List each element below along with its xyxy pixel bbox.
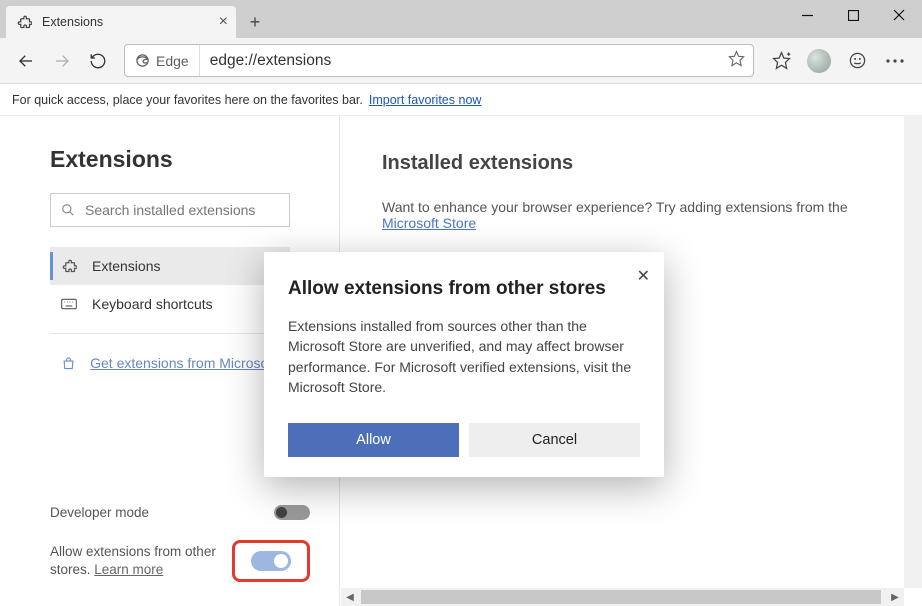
sidebar-item-extensions[interactable]: Extensions: [50, 247, 290, 285]
toolbar: Edge edge://extensions: [0, 38, 922, 84]
tab-title: Extensions: [42, 15, 103, 29]
sidebar-item-shortcuts[interactable]: Keyboard shortcuts: [50, 285, 290, 323]
allow-extensions-dialog: ✕ Allow extensions from other stores Ext…: [264, 252, 664, 477]
edge-icon: [135, 53, 150, 68]
allow-other-stores-label: Allow extensions from other stores. Lear…: [50, 543, 220, 579]
address-bar[interactable]: Edge edge://extensions: [124, 44, 754, 77]
dialog-title: Allow extensions from other stores: [288, 278, 640, 300]
main-title: Installed extensions: [382, 152, 922, 175]
back-button[interactable]: [8, 43, 44, 79]
microsoft-store-link[interactable]: Microsoft Store: [382, 215, 476, 231]
annotation-highlight: [232, 540, 310, 582]
menu-button[interactable]: [876, 42, 914, 80]
feedback-button[interactable]: [838, 42, 876, 80]
developer-mode-toggle[interactable]: [274, 505, 310, 520]
cancel-button[interactable]: Cancel: [469, 423, 640, 457]
search-icon: [61, 203, 75, 217]
url-text: edge://extensions: [200, 52, 332, 70]
favorites-bar: For quick access, place your favorites h…: [0, 84, 922, 116]
search-placeholder: Search installed extensions: [85, 202, 255, 218]
minimize-button[interactable]: [784, 0, 830, 30]
store-icon: [60, 356, 76, 371]
sidebar-item-label: Get extensions from Microsoft Store: [90, 355, 290, 371]
site-identity[interactable]: Edge: [125, 45, 200, 76]
profile-button[interactable]: [800, 42, 838, 80]
sidebar-item-get-extensions[interactable]: Get extensions from Microsoft Store: [50, 344, 290, 382]
developer-mode-label: Developer mode: [50, 504, 149, 522]
favorites-hint: For quick access, place your favorites h…: [12, 93, 363, 107]
sidebar-settings: Developer mode Allow extensions from oth…: [50, 486, 315, 594]
divider: [50, 333, 290, 334]
close-window-button[interactable]: [876, 0, 922, 30]
avatar: [807, 49, 831, 73]
import-favorites-link[interactable]: Import favorites now: [369, 93, 482, 107]
keyboard-icon: [60, 298, 78, 310]
favorite-star-icon[interactable]: [728, 50, 745, 72]
sidebar-item-label: Extensions: [92, 258, 160, 274]
page-title: Extensions: [50, 146, 315, 173]
allow-other-stores-toggle[interactable]: [251, 551, 291, 571]
close-tab-button[interactable]: ×: [219, 13, 228, 31]
scroll-thumb[interactable]: [361, 590, 881, 604]
forward-button[interactable]: [44, 43, 80, 79]
site-identity-label: Edge: [156, 53, 189, 69]
main-subtitle: Want to enhance your browser experience?…: [382, 199, 922, 231]
allow-button[interactable]: Allow: [288, 423, 459, 457]
learn-more-link[interactable]: Learn more: [94, 562, 163, 577]
vertical-scrollbar[interactable]: [904, 116, 922, 588]
dialog-body: Extensions installed from sources other …: [288, 316, 640, 397]
scroll-right-icon[interactable]: ▶: [886, 588, 904, 606]
search-input[interactable]: Search installed extensions: [50, 193, 290, 227]
dialog-close-button[interactable]: ✕: [637, 266, 650, 286]
titlebar: Extensions × +: [0, 0, 922, 38]
refresh-button[interactable]: [80, 43, 116, 79]
new-tab-button[interactable]: +: [240, 7, 270, 37]
puzzle-icon: [16, 14, 32, 30]
scroll-left-icon[interactable]: ◀: [341, 588, 359, 606]
window-controls: [784, 0, 922, 30]
horizontal-scrollbar[interactable]: ◀ ▶: [341, 588, 904, 606]
browser-tab[interactable]: Extensions ×: [6, 6, 236, 38]
sidebar-item-label: Keyboard shortcuts: [92, 296, 213, 312]
puzzle-icon: [60, 259, 78, 274]
maximize-button[interactable]: [830, 0, 876, 30]
favorites-button[interactable]: [762, 42, 800, 80]
